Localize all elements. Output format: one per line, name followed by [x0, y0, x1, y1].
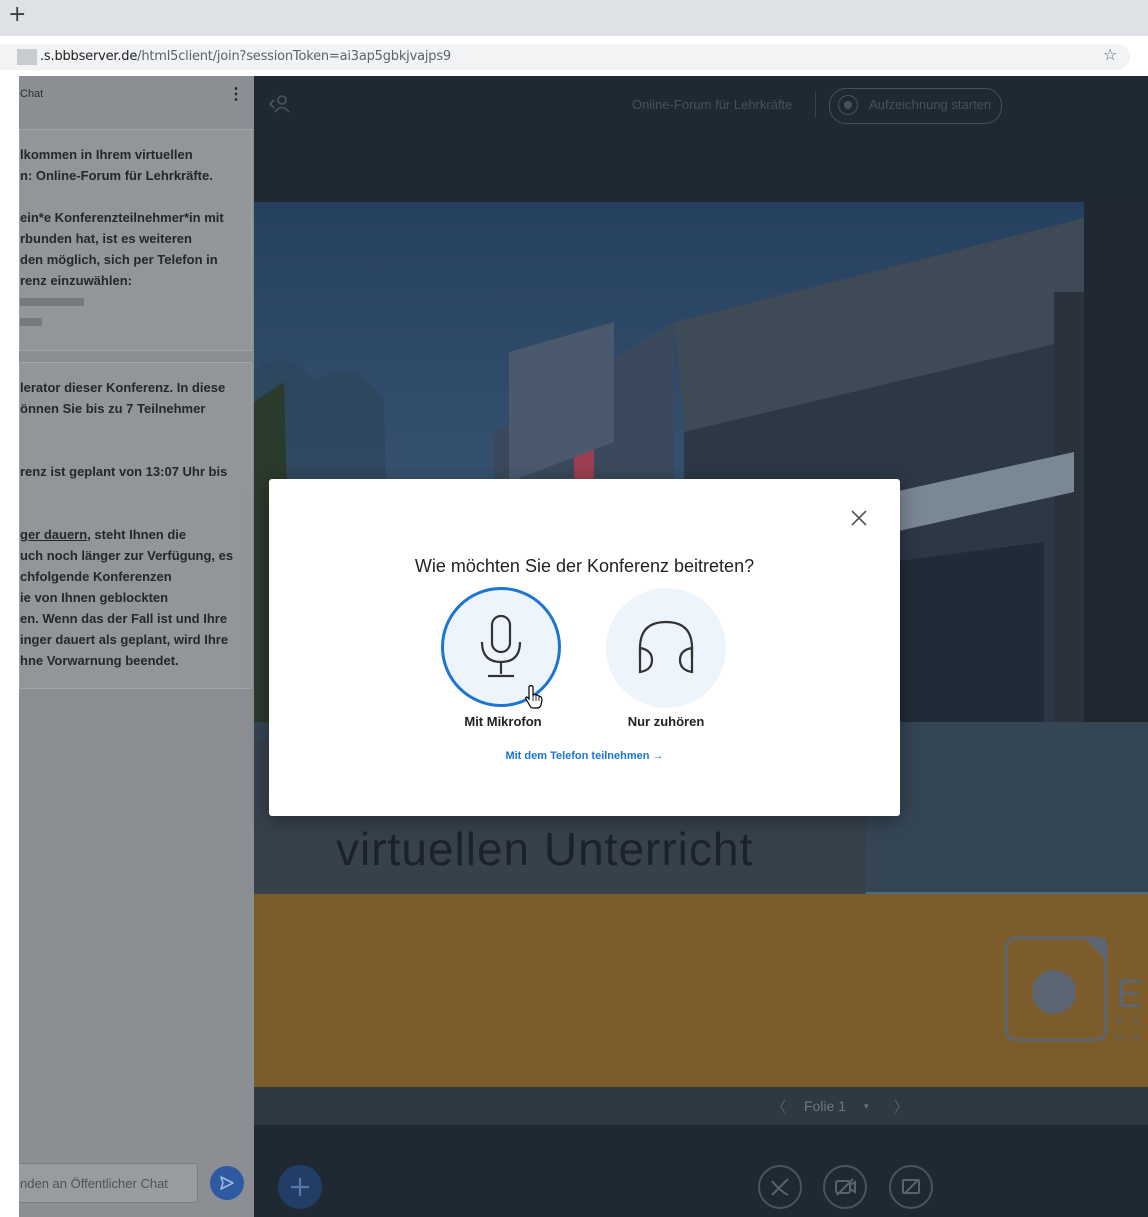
chat-line: uch noch länger zur Verfügung, es — [20, 548, 234, 563]
microphone-option-label: Mit Mikrofon — [464, 714, 542, 729]
chat-line: chfolgende Konferenzen — [20, 569, 172, 584]
chat-line: ein*e Konferenzteilnehmer*in mit — [20, 210, 224, 225]
chevron-down-icon[interactable]: ▾ — [864, 1101, 869, 1112]
close-icon[interactable] — [848, 507, 870, 529]
divider — [815, 92, 816, 118]
chat-input-placeholder: nden an Öffentlicher Chat — [20, 1176, 168, 1191]
url-text[interactable]: .s.bbbserver.de/html5client/join?session… — [40, 49, 451, 64]
chat-line: ger dauern, steht Ihnen die — [20, 527, 186, 542]
new-tab-button[interactable]: + — [8, 2, 26, 27]
chat-line: lerator dieser Konferenz. In diese — [20, 380, 226, 395]
redacted-phone — [20, 298, 84, 306]
slide-logo-text: E — [1116, 972, 1143, 1016]
modal-title: Wie möchten Sie der Konferenz beitreten? — [414, 556, 755, 576]
chat-line: önnen Sie bis zu 7 Teilnehmer — [20, 401, 206, 416]
send-button[interactable] — [210, 1166, 244, 1200]
chat-line: inger dauert als geplant, wird Ihre — [20, 632, 229, 647]
headphones-icon — [638, 620, 694, 674]
send-icon — [220, 1176, 234, 1190]
slide-navigation-bar — [254, 1087, 1148, 1125]
phone-join-link[interactable]: Mit dem Telefon teilnehmen → — [269, 750, 900, 762]
main-top-bar — [254, 76, 1148, 202]
listen-only-option-button[interactable] — [606, 588, 726, 708]
share-screen-button[interactable] — [889, 1165, 933, 1209]
camera-off-icon — [835, 1178, 856, 1196]
chat-options-icon[interactable]: ⋮ — [228, 84, 244, 104]
meeting-title: Online-Forum für Lehrkräfte — [632, 97, 793, 112]
url-path: /html5client/join?sessionToken=ai3ap5gbk… — [137, 49, 451, 64]
chat-line: rbunden hat, ist es weiteren — [20, 231, 192, 246]
page-edge — [0, 76, 19, 1217]
chat-line: lkommen in Ihrem virtuellen — [20, 147, 193, 162]
browser-tab-strip — [0, 0, 1148, 36]
slide-logo-text: K o — [1116, 1014, 1142, 1026]
share-webcam-button[interactable] — [823, 1165, 867, 1209]
chat-line: renz einzuwählen: — [20, 273, 132, 288]
bottom-action-bar — [254, 1125, 1148, 1217]
phone-off-icon — [771, 1178, 789, 1196]
record-label: Aufzeichnung starten — [869, 97, 992, 112]
url-redaction — [17, 49, 37, 65]
chat-line: den möglich, sich per Telefon in — [20, 252, 218, 267]
plus-icon — [291, 1178, 309, 1196]
screen-share-off-icon — [902, 1179, 920, 1195]
slide-logo-text: H a — [1116, 1031, 1143, 1043]
next-slide-button[interactable]: 〉 — [894, 1097, 908, 1117]
chat-line-suffix: , steht Ihnen die — [87, 527, 187, 542]
redacted-pin — [20, 318, 42, 326]
chat-line: renz ist geplant von 13:07 Uhr bis — [20, 464, 228, 479]
listen-only-option-label: Nur zuhören — [627, 714, 705, 729]
join-audio-modal — [269, 479, 900, 816]
hand-pointer-cursor-icon — [524, 684, 544, 715]
slide-headline: virtuellen Unterricht — [336, 823, 754, 875]
chat-line: hne Vorwarnung beendet. — [20, 653, 179, 668]
star-icon[interactable]: ☆ — [1103, 45, 1117, 64]
chat-title: Chat — [20, 88, 44, 100]
join-audio-button[interactable] — [758, 1165, 802, 1209]
url-host: .s.bbbserver.de — [40, 49, 138, 64]
record-icon-dot — [844, 101, 852, 109]
actions-button[interactable] — [278, 1165, 322, 1209]
chat-line: n: Online-Forum für Lehrkräfte. — [20, 168, 213, 183]
slide-selector[interactable]: Folie 1 — [804, 1098, 846, 1114]
previous-slide-button[interactable]: 〈 — [772, 1097, 786, 1117]
chat-line: en. Wenn das der Fall ist und Ihre — [20, 611, 228, 626]
chat-link[interactable]: ger dauern — [20, 527, 87, 542]
users-toggle-icon[interactable] — [268, 94, 290, 119]
chat-line: ie von Ihnen geblockten — [20, 590, 169, 605]
